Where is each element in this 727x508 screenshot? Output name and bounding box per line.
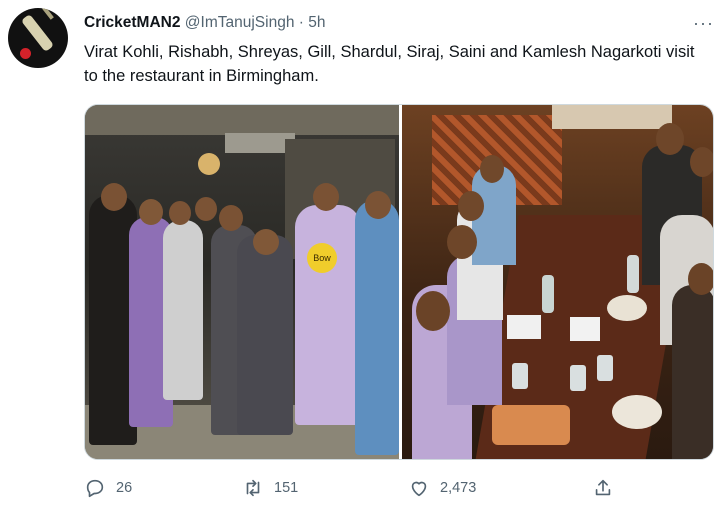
person <box>355 200 399 455</box>
glass <box>512 363 528 389</box>
head <box>447 225 477 259</box>
like-icon <box>411 481 427 497</box>
head <box>480 155 504 183</box>
napkin <box>570 317 600 341</box>
head <box>253 229 279 255</box>
head <box>195 197 217 221</box>
ball-icon <box>20 48 31 59</box>
more-icon[interactable]: ··· <box>693 13 714 34</box>
glass <box>597 355 613 381</box>
head <box>169 201 191 225</box>
person <box>163 220 203 400</box>
reply-button[interactable]: 26 <box>84 476 132 500</box>
avatar[interactable] <box>8 8 68 68</box>
reply-count: 26 <box>116 480 133 496</box>
restaurant-photo[interactable] <box>402 105 713 459</box>
person <box>672 285 713 459</box>
head <box>690 147 713 177</box>
action-bar: 26 151 2,473 <box>84 476 624 500</box>
plate <box>612 395 662 429</box>
smiley-logo: Bow <box>307 243 337 273</box>
head <box>688 263 713 295</box>
retweet-icon <box>246 479 260 497</box>
head <box>101 183 127 211</box>
person <box>237 235 293 435</box>
group-photo[interactable]: Bow <box>85 105 399 459</box>
tweet-header: CricketMAN2 @ImTanujSingh · 5h <box>84 14 325 34</box>
bottle <box>627 255 639 293</box>
head <box>313 183 339 211</box>
bottle <box>542 275 554 313</box>
tweet[interactable]: CricketMAN2 @ImTanujSingh · 5h ··· Virat… <box>0 0 727 508</box>
handle-and-time[interactable]: @ImTanujSingh · 5h <box>185 14 326 31</box>
share-icon <box>595 479 611 496</box>
bat-handle <box>42 8 54 20</box>
head <box>219 205 243 231</box>
like-count: 2,473 <box>440 480 477 496</box>
napkin <box>507 315 541 339</box>
glass <box>570 365 586 391</box>
window-light <box>552 105 672 129</box>
share-button[interactable] <box>592 476 614 500</box>
display-name[interactable]: CricketMAN2 <box>84 14 180 31</box>
pendant-lamp <box>198 153 220 175</box>
person <box>295 205 361 425</box>
plate <box>607 295 647 321</box>
head <box>458 191 484 221</box>
like-button[interactable]: 2,473 <box>408 476 476 500</box>
tweet-text: Virat Kohli, Rishabh, Shreyas, Gill, Sha… <box>84 43 695 85</box>
head <box>139 199 163 225</box>
retweet-count: 151 <box>274 480 299 496</box>
bat-icon <box>20 13 55 53</box>
head <box>365 191 391 219</box>
head <box>656 123 684 155</box>
head <box>416 291 450 331</box>
media-grid[interactable]: Bow <box>84 104 714 460</box>
storefront-window <box>85 105 399 135</box>
food-platter <box>492 405 570 445</box>
smiley-logo-text: Bow <box>313 253 331 263</box>
retweet-button[interactable]: 151 <box>242 476 298 500</box>
reply-icon <box>86 479 104 498</box>
